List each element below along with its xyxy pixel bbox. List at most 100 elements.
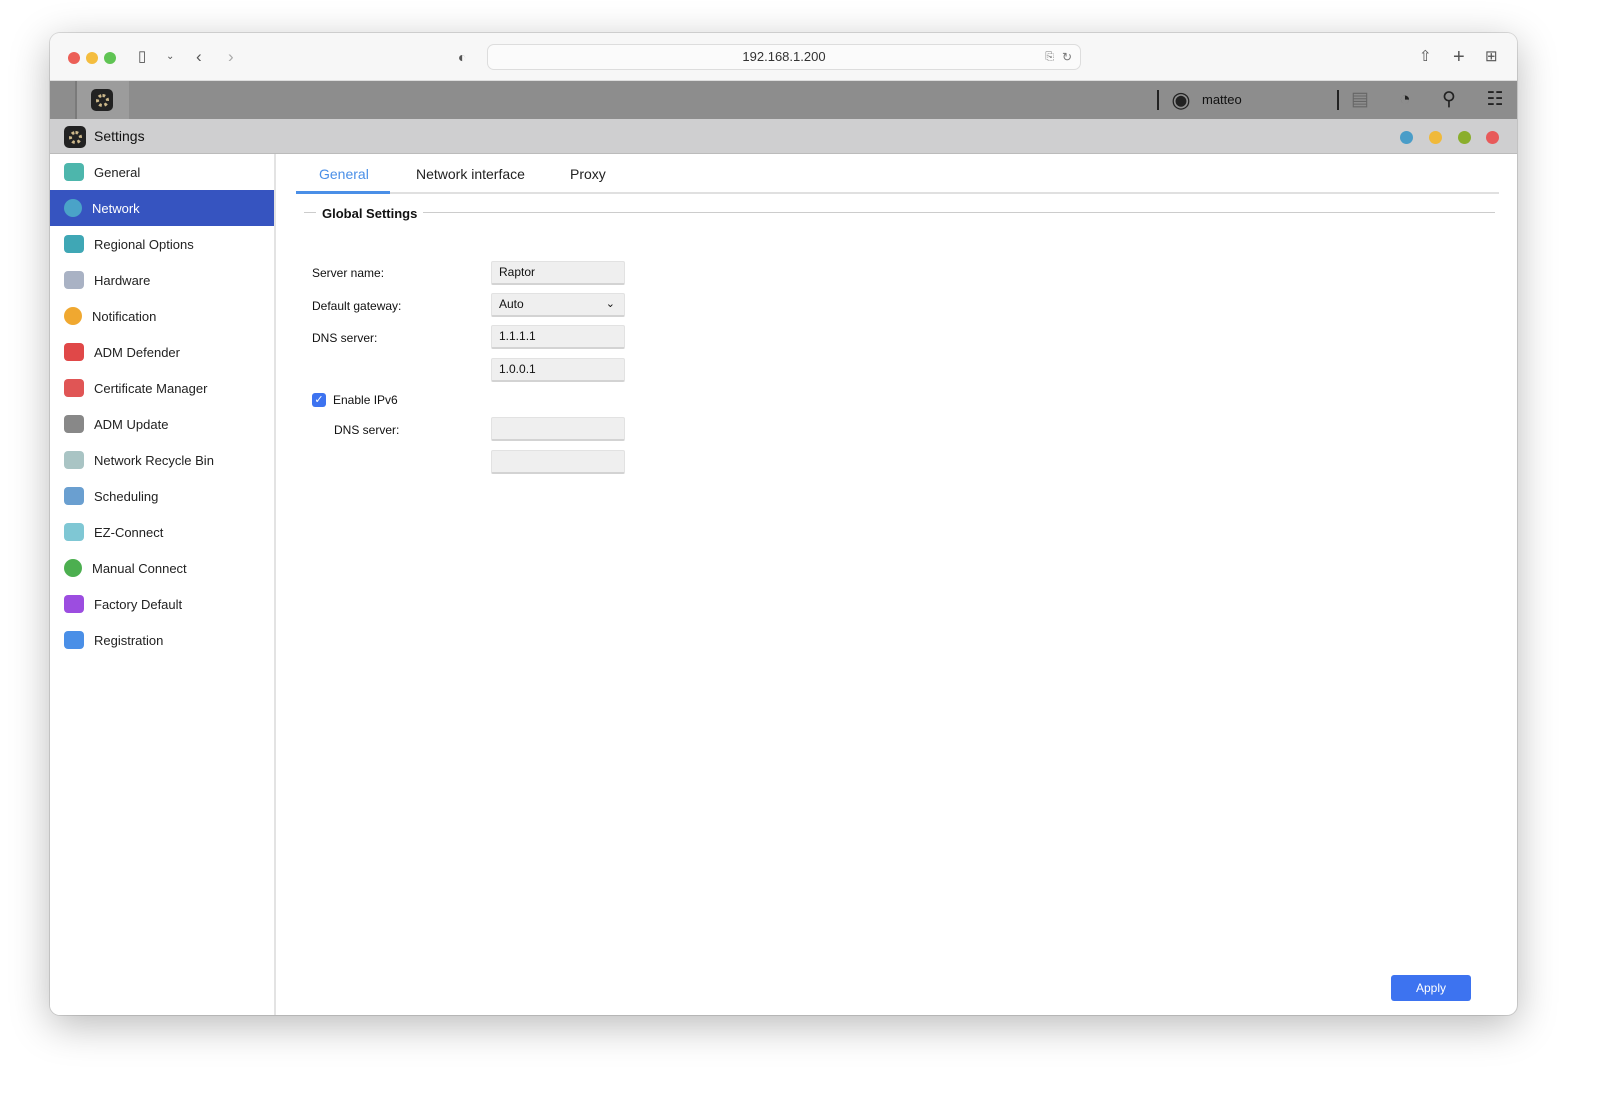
username[interactable]: matteo xyxy=(1202,92,1242,107)
default-gateway-label: Default gateway: xyxy=(312,299,402,313)
sidebar-item-label: Network xyxy=(92,200,140,216)
sidebar-item-network[interactable]: Network xyxy=(50,190,274,226)
ipv6-dns-server-1-input[interactable] xyxy=(491,417,625,441)
registration-icon xyxy=(64,631,84,649)
default-gateway-select[interactable]: Auto ⌄ xyxy=(491,293,625,317)
close-button[interactable] xyxy=(1486,131,1499,144)
search-icon[interactable]: ⚲ xyxy=(1438,89,1460,111)
sidebar-item-label: General xyxy=(94,164,141,180)
sidebar-item-label: Manual Connect xyxy=(92,560,187,576)
sidebar-item-label: Scheduling xyxy=(94,488,159,504)
ipv6-dns-server-label: DNS server: xyxy=(334,423,400,437)
settings-icon xyxy=(64,126,86,148)
sidebar-item-factory-default[interactable]: Factory Default xyxy=(50,586,274,622)
sidebar-item-manual-connect[interactable]: Manual Connect xyxy=(50,550,274,586)
scheduling-icon xyxy=(64,487,84,505)
sidebar-item-label: Notification xyxy=(92,308,157,324)
default-gateway-value: Auto xyxy=(499,297,524,311)
sidebar-item-regional-options[interactable]: Regional Options xyxy=(50,226,274,262)
sidebar-item-label: ADM Update xyxy=(94,416,169,432)
window-title: Settings xyxy=(94,128,145,144)
browser-window: ▯ ⌄ ‹ › ◐ 192.168.1.200 ⎘ ↻ ⇧ + ⊞ ◉ matt… xyxy=(50,33,1517,1015)
certificate-manager-icon xyxy=(64,379,84,397)
new-tab-icon[interactable]: + xyxy=(1453,47,1465,67)
address-bar[interactable]: 192.168.1.200 ⎘ ↻ xyxy=(487,44,1081,70)
active-tab-indicator xyxy=(296,191,390,194)
sidebar-item-label: Registration xyxy=(94,632,164,648)
server-name-input[interactable]: Raptor xyxy=(491,261,625,285)
enable-ipv6-checkbox[interactable]: ✓ xyxy=(312,393,326,407)
dashboard-icon[interactable]: ◔ xyxy=(1394,89,1416,111)
back-icon[interactable]: ‹ xyxy=(196,47,202,67)
settings-app-button[interactable] xyxy=(75,81,129,119)
settings-app-icon xyxy=(91,89,113,111)
ipv6-dns-server-2-input[interactable] xyxy=(491,450,625,474)
user-avatar-icon[interactable]: ◉ xyxy=(1170,89,1192,111)
url-text: 192.168.1.200 xyxy=(742,49,826,64)
network-recycle-bin-icon xyxy=(64,451,84,469)
sidebar-item-label: Hardware xyxy=(94,272,151,288)
chevron-down-icon: ⌄ xyxy=(605,298,615,310)
sidebar-item-notification[interactable]: Notification xyxy=(50,298,274,334)
main-panel: General Network interface Proxy Global S… xyxy=(296,154,1499,1015)
apply-button[interactable]: Apply xyxy=(1391,975,1471,1001)
tab-proxy[interactable]: Proxy xyxy=(570,166,606,182)
dns-server-2-input[interactable]: 1.0.0.1 xyxy=(491,358,625,382)
browser-toolbar: ▯ ⌄ ‹ › ◐ 192.168.1.200 ⎘ ↻ ⇧ + ⊞ xyxy=(50,33,1517,81)
sidebar-item-label: Factory Default xyxy=(94,596,183,612)
divider xyxy=(1157,90,1159,110)
settings-sliders-icon[interactable]: ☷ xyxy=(1484,89,1506,111)
notification-icon xyxy=(64,307,82,325)
settings-sidebar: General Network Regional Options Hardware No… xyxy=(50,154,276,1015)
network-icon xyxy=(64,199,82,217)
general-icon xyxy=(64,163,84,181)
adm-defender-icon xyxy=(64,343,84,361)
zoom-window-button[interactable] xyxy=(104,52,116,64)
minimize-button[interactable] xyxy=(1429,131,1442,144)
adm-taskbar: ◉ matteo ▤ ◔ ⚲ ☷ xyxy=(50,81,1517,119)
sidebar-item-general[interactable]: General xyxy=(50,154,274,190)
dns-server-label: DNS server: xyxy=(312,331,378,345)
sidebar-item-network-recycle-bin[interactable]: Network Recycle Bin xyxy=(50,442,274,478)
sidebar-item-label: ADM Defender xyxy=(94,344,180,360)
section-title: Global Settings xyxy=(316,206,424,221)
hardware-icon xyxy=(64,271,84,289)
translate-icon[interactable]: ⎘ xyxy=(1045,45,1054,69)
tab-bar: General Network interface Proxy xyxy=(296,154,1499,194)
reload-icon[interactable]: ↻ xyxy=(1062,45,1072,69)
tab-overview-icon[interactable]: ⊞ xyxy=(1485,47,1498,67)
sidebar-item-ez-connect[interactable]: EZ-Connect xyxy=(50,514,274,550)
share-icon[interactable]: ⇧ xyxy=(1419,47,1432,67)
close-window-button[interactable] xyxy=(68,52,80,64)
factory-default-icon xyxy=(64,595,84,613)
settings-titlebar: Settings xyxy=(50,119,1517,154)
sidebar-item-hardware[interactable]: Hardware xyxy=(50,262,274,298)
sidebar-item-scheduling[interactable]: Scheduling xyxy=(50,478,274,514)
minimize-window-button[interactable] xyxy=(86,52,98,64)
divider xyxy=(1337,90,1339,110)
regional-options-icon xyxy=(64,235,84,253)
manual-connect-icon xyxy=(64,559,82,577)
message-icon[interactable]: ▤ xyxy=(1349,89,1371,111)
tab-general[interactable]: General xyxy=(319,166,369,182)
sidebar-toggle-icon[interactable]: ▯ xyxy=(138,47,146,67)
help-button[interactable] xyxy=(1400,131,1413,144)
ez-connect-icon xyxy=(64,523,84,541)
sidebar-item-label: EZ-Connect xyxy=(94,524,164,540)
sidebar-item-adm-update[interactable]: ADM Update xyxy=(50,406,274,442)
sidebar-item-label: Regional Options xyxy=(94,236,194,252)
enable-ipv6-label: Enable IPv6 xyxy=(333,393,398,407)
forward-icon[interactable]: › xyxy=(228,47,234,67)
sidebar-item-registration[interactable]: Registration xyxy=(50,622,274,658)
sidebar-item-adm-defender[interactable]: ADM Defender xyxy=(50,334,274,370)
sidebar-item-certificate-manager[interactable]: Certificate Manager xyxy=(50,370,274,406)
dns-server-1-input[interactable]: 1.1.1.1 xyxy=(491,325,625,349)
chevron-down-icon[interactable]: ⌄ xyxy=(166,47,174,67)
tab-network-interface[interactable]: Network interface xyxy=(416,166,525,182)
shield-icon[interactable]: ◐ xyxy=(458,47,466,67)
maximize-button[interactable] xyxy=(1458,131,1471,144)
sidebar-item-label: Certificate Manager xyxy=(94,380,208,396)
sidebar-item-label: Network Recycle Bin xyxy=(94,452,214,468)
adm-update-icon xyxy=(64,415,84,433)
section-divider xyxy=(304,212,1495,213)
